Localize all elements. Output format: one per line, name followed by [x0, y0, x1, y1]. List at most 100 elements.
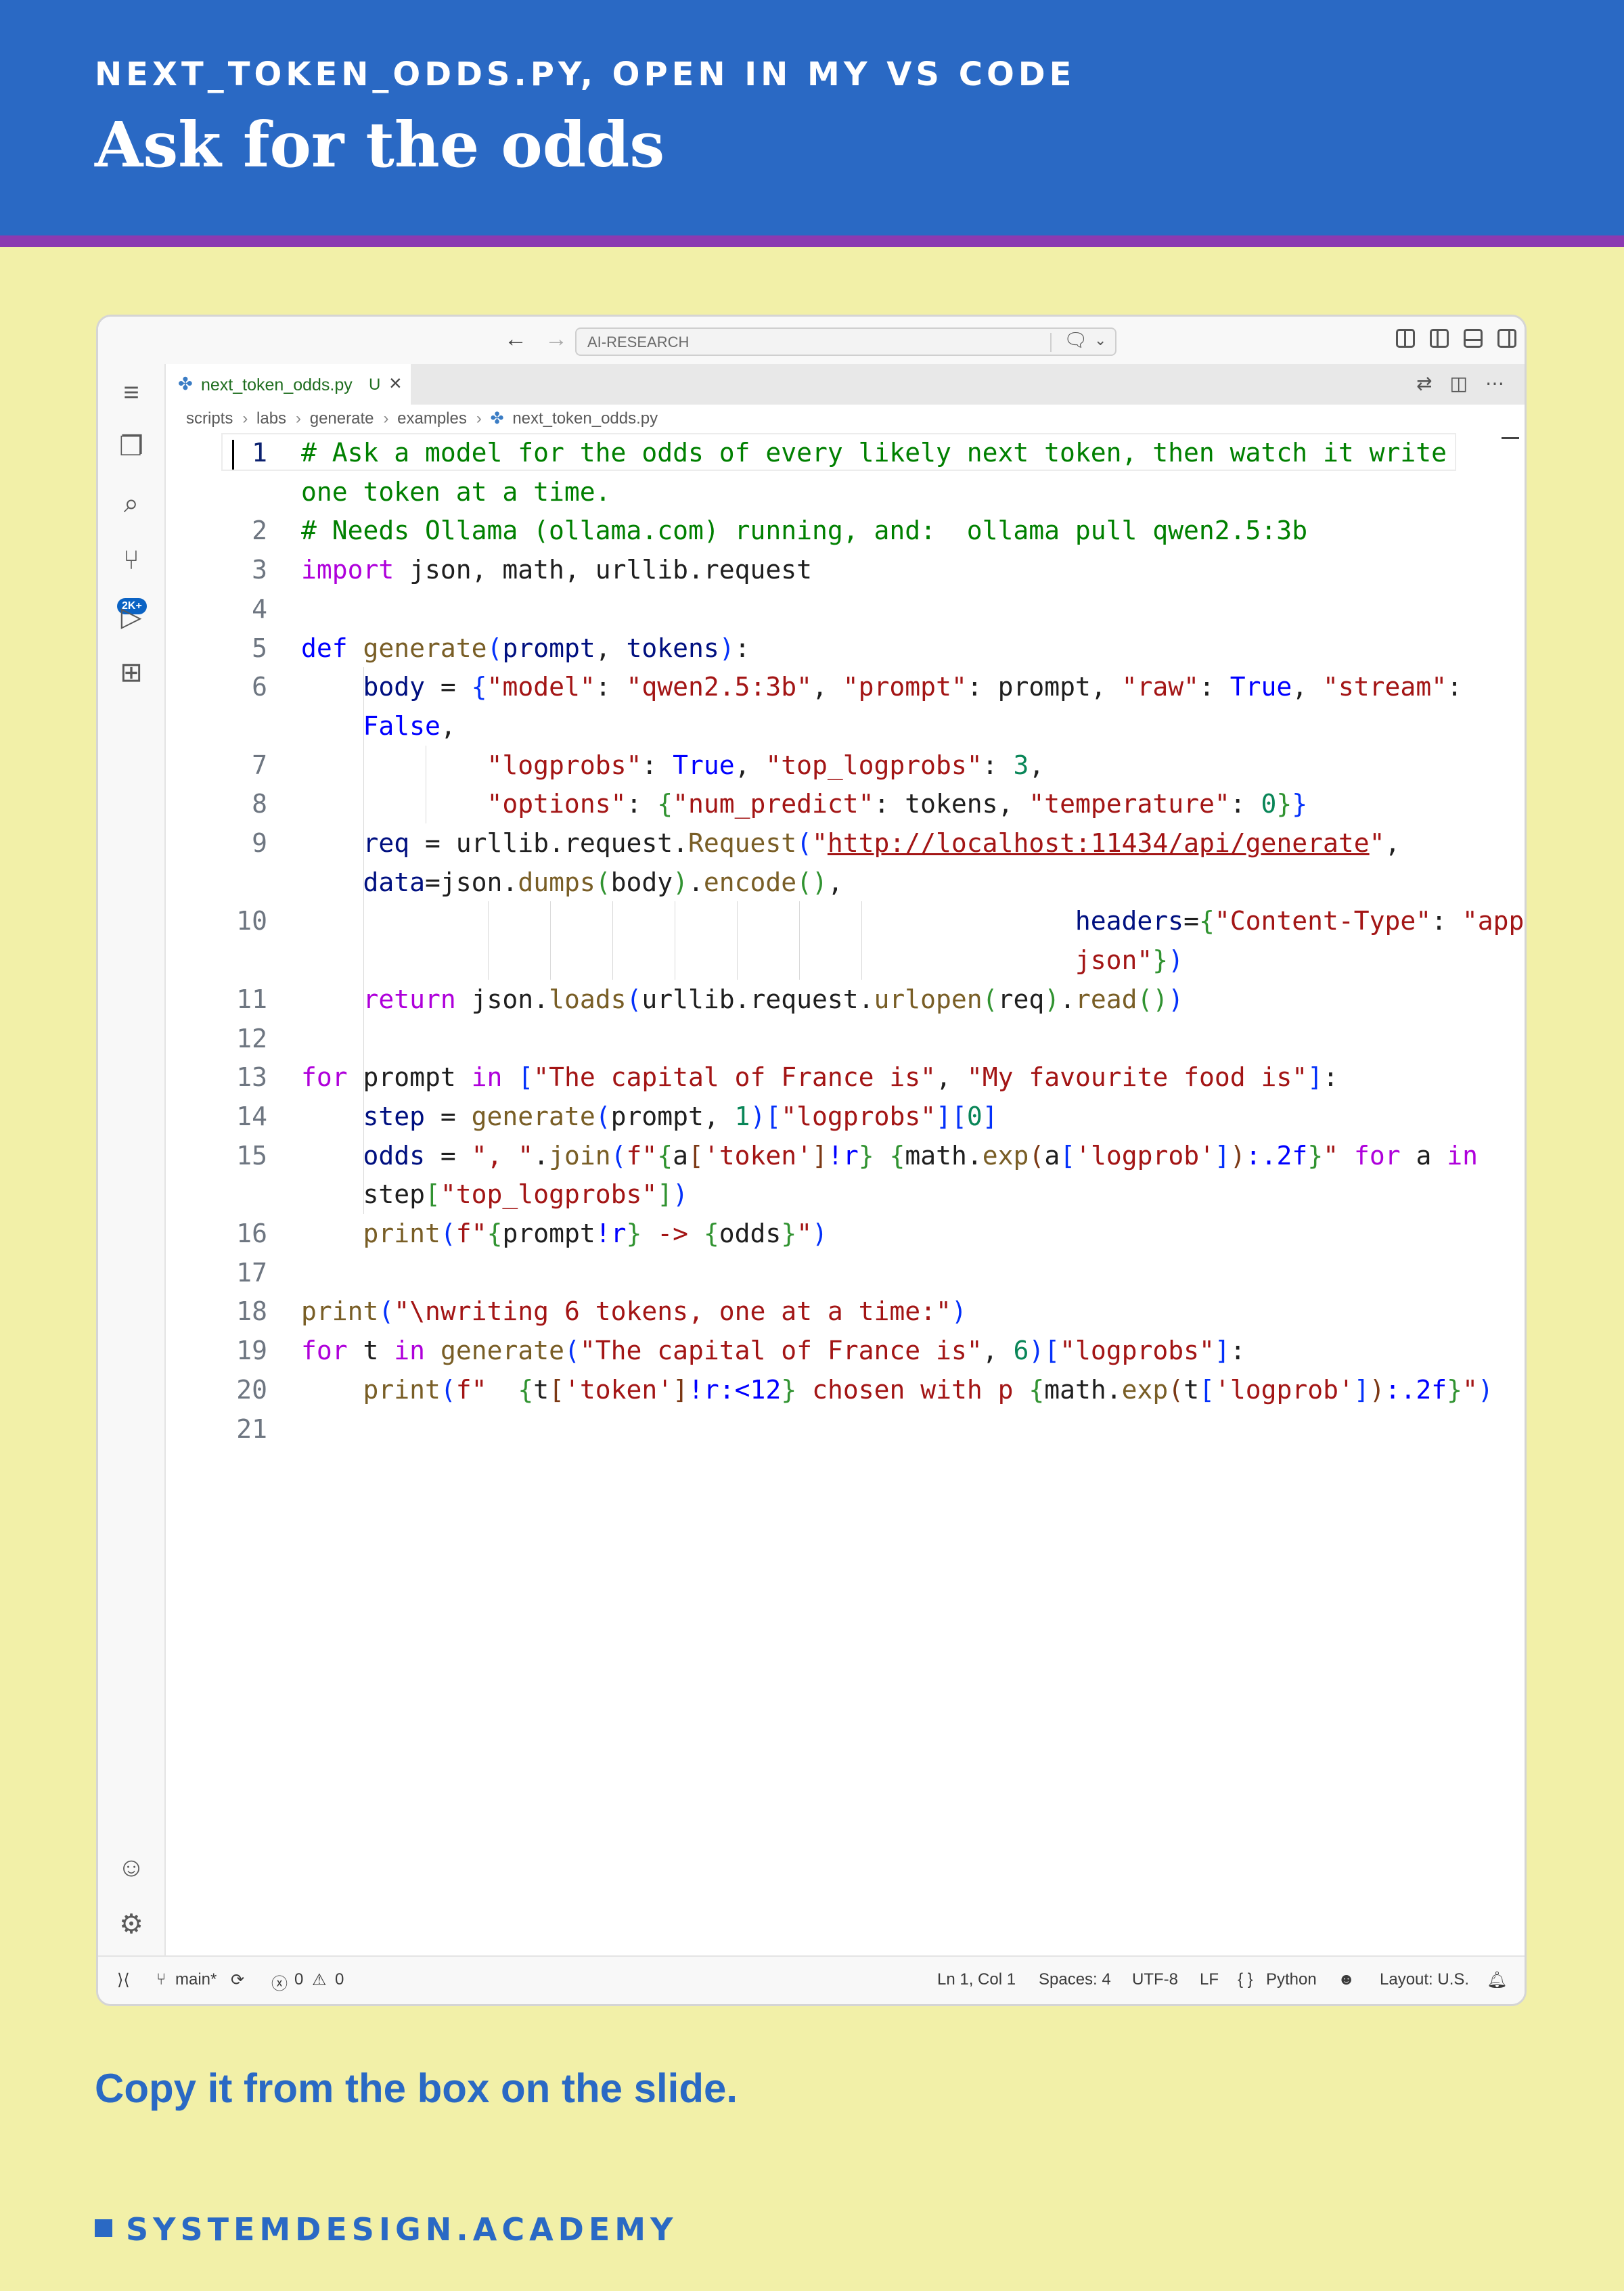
code-line[interactable]: 21	[166, 1409, 1525, 1449]
branch-name[interactable]: main*	[175, 1970, 217, 1989]
code-token: [	[1060, 1140, 1076, 1171]
customize-layout-icon[interactable]	[1396, 329, 1415, 348]
code-token: )	[673, 1179, 688, 1210]
code-line[interactable]: 2 # Needs Ollama (ollama.com) running, an…	[166, 511, 1525, 550]
toggle-primary-sidebar-icon[interactable]	[1430, 329, 1449, 348]
code-token: 'token'	[564, 1374, 673, 1405]
search-icon[interactable]: ⌕	[98, 487, 164, 520]
breadcrumb-item[interactable]: labs	[256, 409, 286, 428]
code-line[interactable]: 12	[166, 1019, 1525, 1058]
back-arrow-icon[interactable]: ←	[504, 326, 527, 353]
source-control-icon[interactable]: ⑂	[98, 544, 164, 576]
warning-count[interactable]: 0	[335, 1970, 344, 1989]
code-token: req	[363, 828, 410, 858]
code-line[interactable]: data=json.dumps(body).encode(),	[166, 863, 1525, 902]
code-token: :	[1230, 1336, 1246, 1366]
code-line[interactable]: 4	[166, 589, 1525, 629]
more-actions-icon[interactable]: ⋯	[1485, 372, 1504, 394]
code-token: f"	[626, 1140, 658, 1171]
code-line[interactable]: 16 print(f"{prompt!r} -> {odds}")	[166, 1214, 1525, 1253]
code-text: # Needs Ollama (ollama.com) running, and…	[301, 511, 1307, 550]
cursor-position[interactable]: Ln 1, Col 1	[937, 1970, 1016, 1989]
text-cursor	[232, 440, 234, 470]
account-icon[interactable]: ☺	[98, 1851, 164, 1884]
compare-changes-icon[interactable]: ⇄	[1416, 372, 1432, 394]
code-text: for t in generate("The capital of France…	[301, 1331, 1246, 1370]
code-token: [	[1199, 1374, 1215, 1405]
end-of-line[interactable]: LF	[1200, 1970, 1219, 1989]
extensions-icon[interactable]: ⊞	[98, 656, 164, 689]
code-line[interactable]: 6 body = {"model": "qwen2.5:3b", "prompt…	[166, 667, 1525, 706]
code-token: exp	[1121, 1374, 1169, 1405]
error-icon[interactable]: ⓧ	[271, 1970, 288, 1994]
code-token: t	[533, 1374, 549, 1405]
code-token: !r	[827, 1140, 859, 1171]
remote-icon[interactable]: ⟩⟨	[117, 1970, 130, 1990]
copilot-icon[interactable]: ☻	[1338, 1970, 1355, 1989]
gear-icon[interactable]: ⚙	[98, 1908, 164, 1941]
breadcrumb-item[interactable]: examples	[397, 409, 467, 428]
command-center[interactable]: AI-RESEARCH 🗨 ⌄	[575, 327, 1116, 356]
code-editor[interactable]: 1 # Ask a model for the odds of every lik…	[166, 432, 1525, 1955]
title-bar: ← → AI-RESEARCH 🗨 ⌄	[98, 317, 1525, 364]
code-line[interactable]: 8 "options": {"num_predict": tokens, "te…	[166, 784, 1525, 823]
code-token: =	[425, 1140, 472, 1171]
code-token: read	[1075, 984, 1137, 1014]
code-token: generate	[440, 1336, 564, 1366]
code-token: ,	[1292, 672, 1324, 702]
keyboard-layout[interactable]: Layout: U.S.	[1380, 1970, 1469, 1989]
code-line[interactable]: 14 step = generate(prompt, 1)["logprobs"…	[166, 1097, 1525, 1136]
code-line[interactable]: 3 import json, math, urllib.request	[166, 550, 1525, 589]
language-mode[interactable]: Python	[1266, 1970, 1317, 1989]
code-line[interactable]: 15 odds = ", ".join(f"{a['token']!r} {ma…	[166, 1136, 1525, 1175]
warning-icon[interactable]: ⚠	[312, 1970, 327, 1990]
line-number: 14	[236, 1101, 267, 1131]
breadcrumb-item[interactable]: scripts	[186, 409, 233, 428]
sync-icon[interactable]: ⟳	[231, 1970, 244, 1990]
code-line[interactable]: 19 for t in generate("The capital of Fran…	[166, 1331, 1525, 1370]
menu-icon[interactable]: ≡	[98, 376, 164, 409]
code-line[interactable]: 11 return json.loads(urllib.request.urlo…	[166, 980, 1525, 1019]
run-debug-icon[interactable]: ▷	[98, 601, 164, 633]
code-token: "num_predict"	[673, 789, 874, 819]
code-token: ,	[1029, 750, 1045, 780]
toggle-panel-icon[interactable]	[1464, 329, 1483, 348]
code-line[interactable]: 20 print(f" {t['token']!r:<12} chosen wi…	[166, 1370, 1525, 1409]
chat-icon[interactable]: 🗨	[1064, 329, 1088, 351]
code-token: data	[363, 867, 426, 897]
split-editor-icon[interactable]: ◫	[1450, 372, 1468, 394]
forward-arrow-icon[interactable]: →	[545, 326, 568, 353]
code-line[interactable]: False,	[166, 706, 1525, 746]
code-line[interactable]: json"})	[166, 940, 1525, 980]
breadcrumb-item[interactable]: generate	[310, 409, 374, 428]
code-token: :	[1199, 672, 1230, 702]
braces-icon[interactable]: { }	[1238, 1970, 1253, 1989]
code-line[interactable]: 5 def generate(prompt, tokens):	[166, 629, 1525, 668]
code-line[interactable]: 13 for prompt in ["The capital of France …	[166, 1058, 1525, 1097]
error-count[interactable]: 0	[294, 1970, 303, 1989]
layout-controls	[1396, 329, 1516, 348]
chevron-down-icon[interactable]: ⌄	[1094, 332, 1106, 349]
close-icon[interactable]: ×	[389, 371, 402, 396]
code-token: urllib.request.	[641, 984, 874, 1014]
explorer-icon[interactable]: ❐	[98, 430, 164, 463]
code-line[interactable]: step["top_logprobs"])	[166, 1175, 1525, 1214]
breadcrumb-item[interactable]: next_token_odds.py	[512, 409, 658, 428]
code-line[interactable]: 17	[166, 1253, 1525, 1292]
code-line[interactable]: 9 req = urllib.request.Request("http://l…	[166, 823, 1525, 863]
code-line[interactable]: 10 headers={"Content-Type": "application…	[166, 901, 1525, 940]
bell-icon[interactable]: 🔔︎	[1487, 1970, 1507, 1990]
minimap-indicator[interactable]	[1502, 437, 1519, 439]
toggle-secondary-sidebar-icon[interactable]	[1497, 329, 1516, 348]
code-token: (	[440, 1219, 456, 1248]
code-token: "options"	[487, 789, 627, 819]
code-line[interactable]: one token at a time.	[166, 472, 1525, 512]
indentation[interactable]: Spaces: 4	[1039, 1970, 1111, 1989]
code-line[interactable]: 18 print("\nwriting 6 tokens, one at a ti…	[166, 1292, 1525, 1331]
code-line[interactable]: 7 "logprobs": True, "top_logprobs": 3,	[166, 746, 1525, 785]
encoding[interactable]: UTF-8	[1132, 1970, 1178, 1989]
tab-next-token-odds[interactable]: ✤ next_token_odds.py U ×	[166, 364, 411, 405]
branch-icon[interactable]: ⑂	[156, 1970, 166, 1989]
